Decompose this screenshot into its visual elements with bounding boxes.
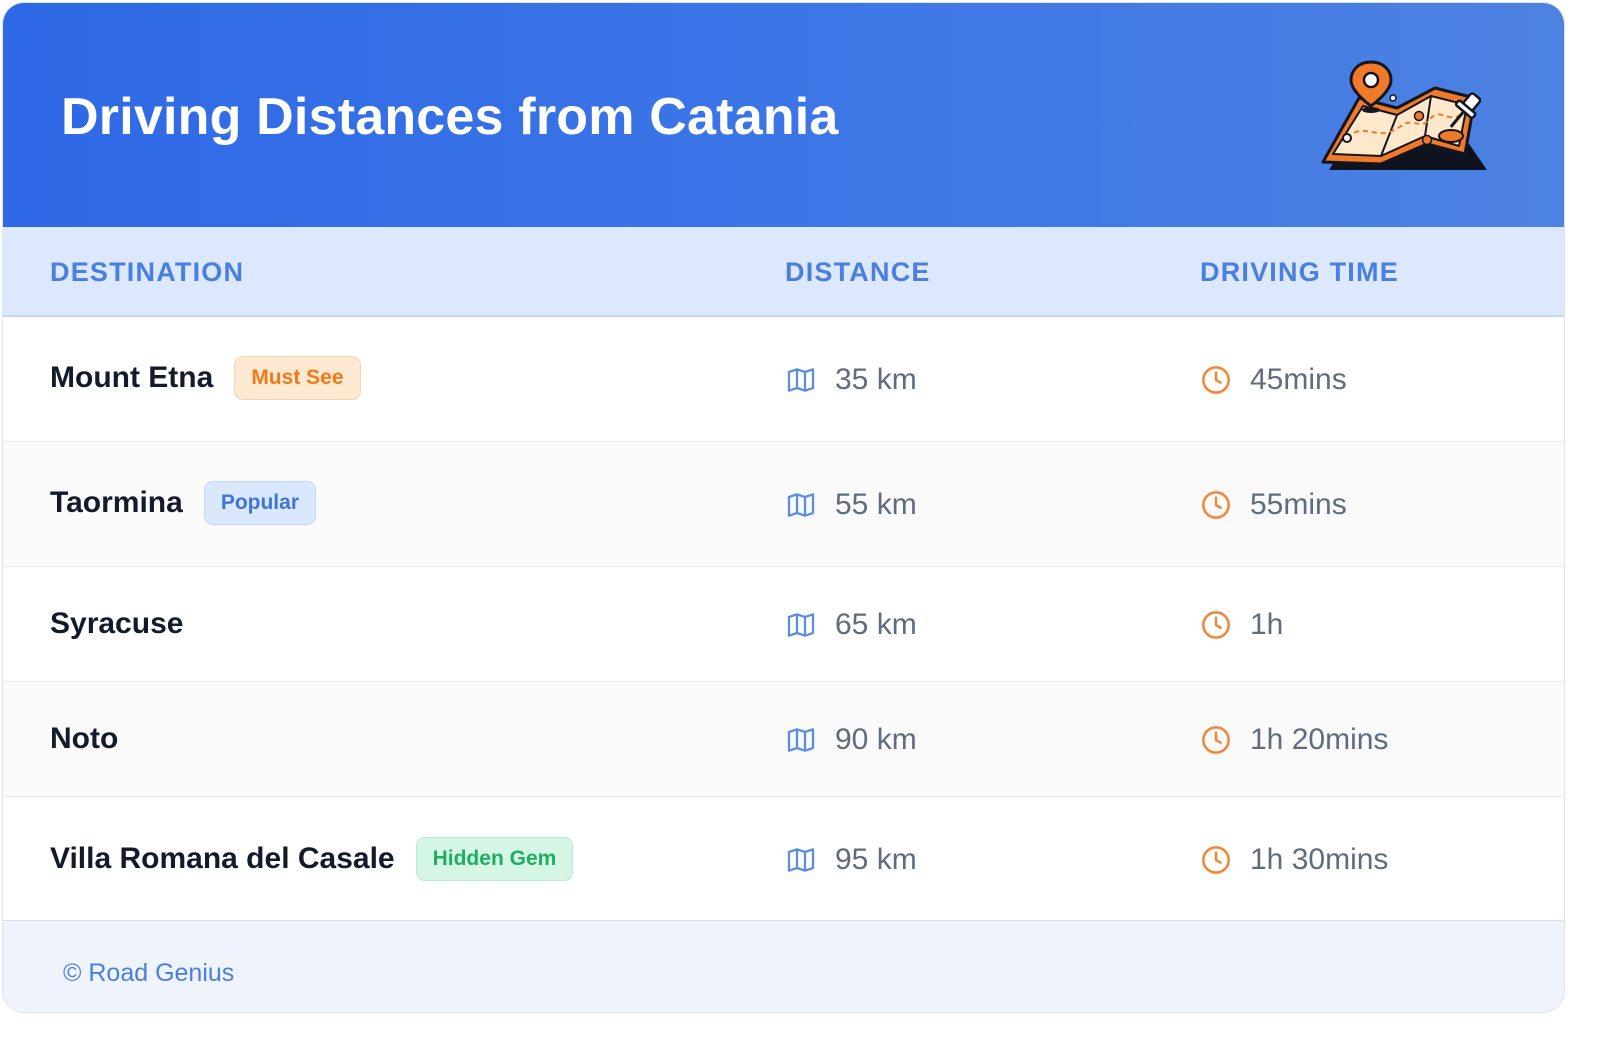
destination-name: Noto <box>50 722 119 755</box>
clock-icon <box>1200 489 1232 521</box>
hidden-gem-badge: Hidden Gem <box>415 837 574 881</box>
time-cell: 1h 20mins <box>1200 723 1388 757</box>
distance-cell: 90 km <box>785 723 917 757</box>
time-cell: 45mins <box>1200 363 1347 397</box>
clock-icon <box>1200 364 1232 396</box>
distance-value: 90 km <box>835 723 917 756</box>
destination-name: Syracuse <box>50 607 184 640</box>
destination-cell: Noto <box>50 722 118 756</box>
distance-value: 35 km <box>835 363 917 396</box>
map-icon <box>785 724 817 756</box>
time-cell: 1h <box>1200 608 1283 642</box>
destination-name: Taormina <box>50 486 183 519</box>
card-header: Driving Distances from Catania <box>3 3 1564 227</box>
clock-icon <box>1200 844 1232 876</box>
table-row: Mount Etna Must See 35 km 45mins <box>3 317 1564 442</box>
map-icon <box>785 489 817 521</box>
table-header: DESTINATION DISTANCE DRIVING TIME <box>3 227 1564 317</box>
destination-cell: Villa Romana del Casale Hidden Gem <box>50 837 574 881</box>
destination-cell: Taormina Popular <box>50 481 316 525</box>
distance-value: 65 km <box>835 608 917 641</box>
card-footer: © Road Genius <box>3 920 1564 1012</box>
destination-cell: Syracuse <box>50 607 183 641</box>
table-row: Taormina Popular 55 km 55mins <box>3 442 1564 567</box>
distance-cell: 35 km <box>785 363 917 397</box>
destination-name: Mount Etna <box>50 361 214 394</box>
distance-value: 95 km <box>835 843 917 876</box>
table-row: Syracuse 65 km 1h <box>3 567 1564 682</box>
time-value: 1h <box>1250 608 1284 641</box>
table-row: Noto 90 km 1h 20mins <box>3 682 1564 797</box>
destination-name: Villa Romana del Casale <box>50 842 395 875</box>
column-header-distance: DISTANCE <box>785 257 931 287</box>
distance-cell: 65 km <box>785 608 917 642</box>
map-icon <box>785 364 817 396</box>
copyright-link[interactable]: © Road Genius <box>63 959 234 988</box>
time-value: 1h 20mins <box>1250 723 1389 756</box>
distance-value: 55 km <box>835 488 917 521</box>
table-row: Villa Romana del Casale Hidden Gem 95 km… <box>3 797 1564 920</box>
time-cell: 55mins <box>1200 488 1347 522</box>
must-see-badge: Must See <box>234 356 361 400</box>
clock-icon <box>1200 724 1232 756</box>
page-title: Driving Distances from Catania <box>61 88 839 146</box>
distance-card: Driving Distances from Catania DESTINATI… <box>2 2 1565 1013</box>
distance-cell: 55 km <box>785 488 917 522</box>
map-icon <box>785 844 817 876</box>
map-icon <box>785 609 817 641</box>
destination-cell: Mount Etna Must See <box>50 356 361 400</box>
column-header-destination: DESTINATION <box>50 257 245 287</box>
time-cell: 1h 30mins <box>1200 843 1388 877</box>
time-value: 1h 30mins <box>1250 843 1389 876</box>
time-value: 55mins <box>1250 488 1347 521</box>
map-with-pin-icon <box>1321 60 1487 170</box>
popular-badge: Popular <box>203 481 316 525</box>
clock-icon <box>1200 609 1232 641</box>
time-value: 45mins <box>1250 363 1347 396</box>
distance-cell: 95 km <box>785 843 917 877</box>
column-header-driving-time: DRIVING TIME <box>1200 257 1399 287</box>
